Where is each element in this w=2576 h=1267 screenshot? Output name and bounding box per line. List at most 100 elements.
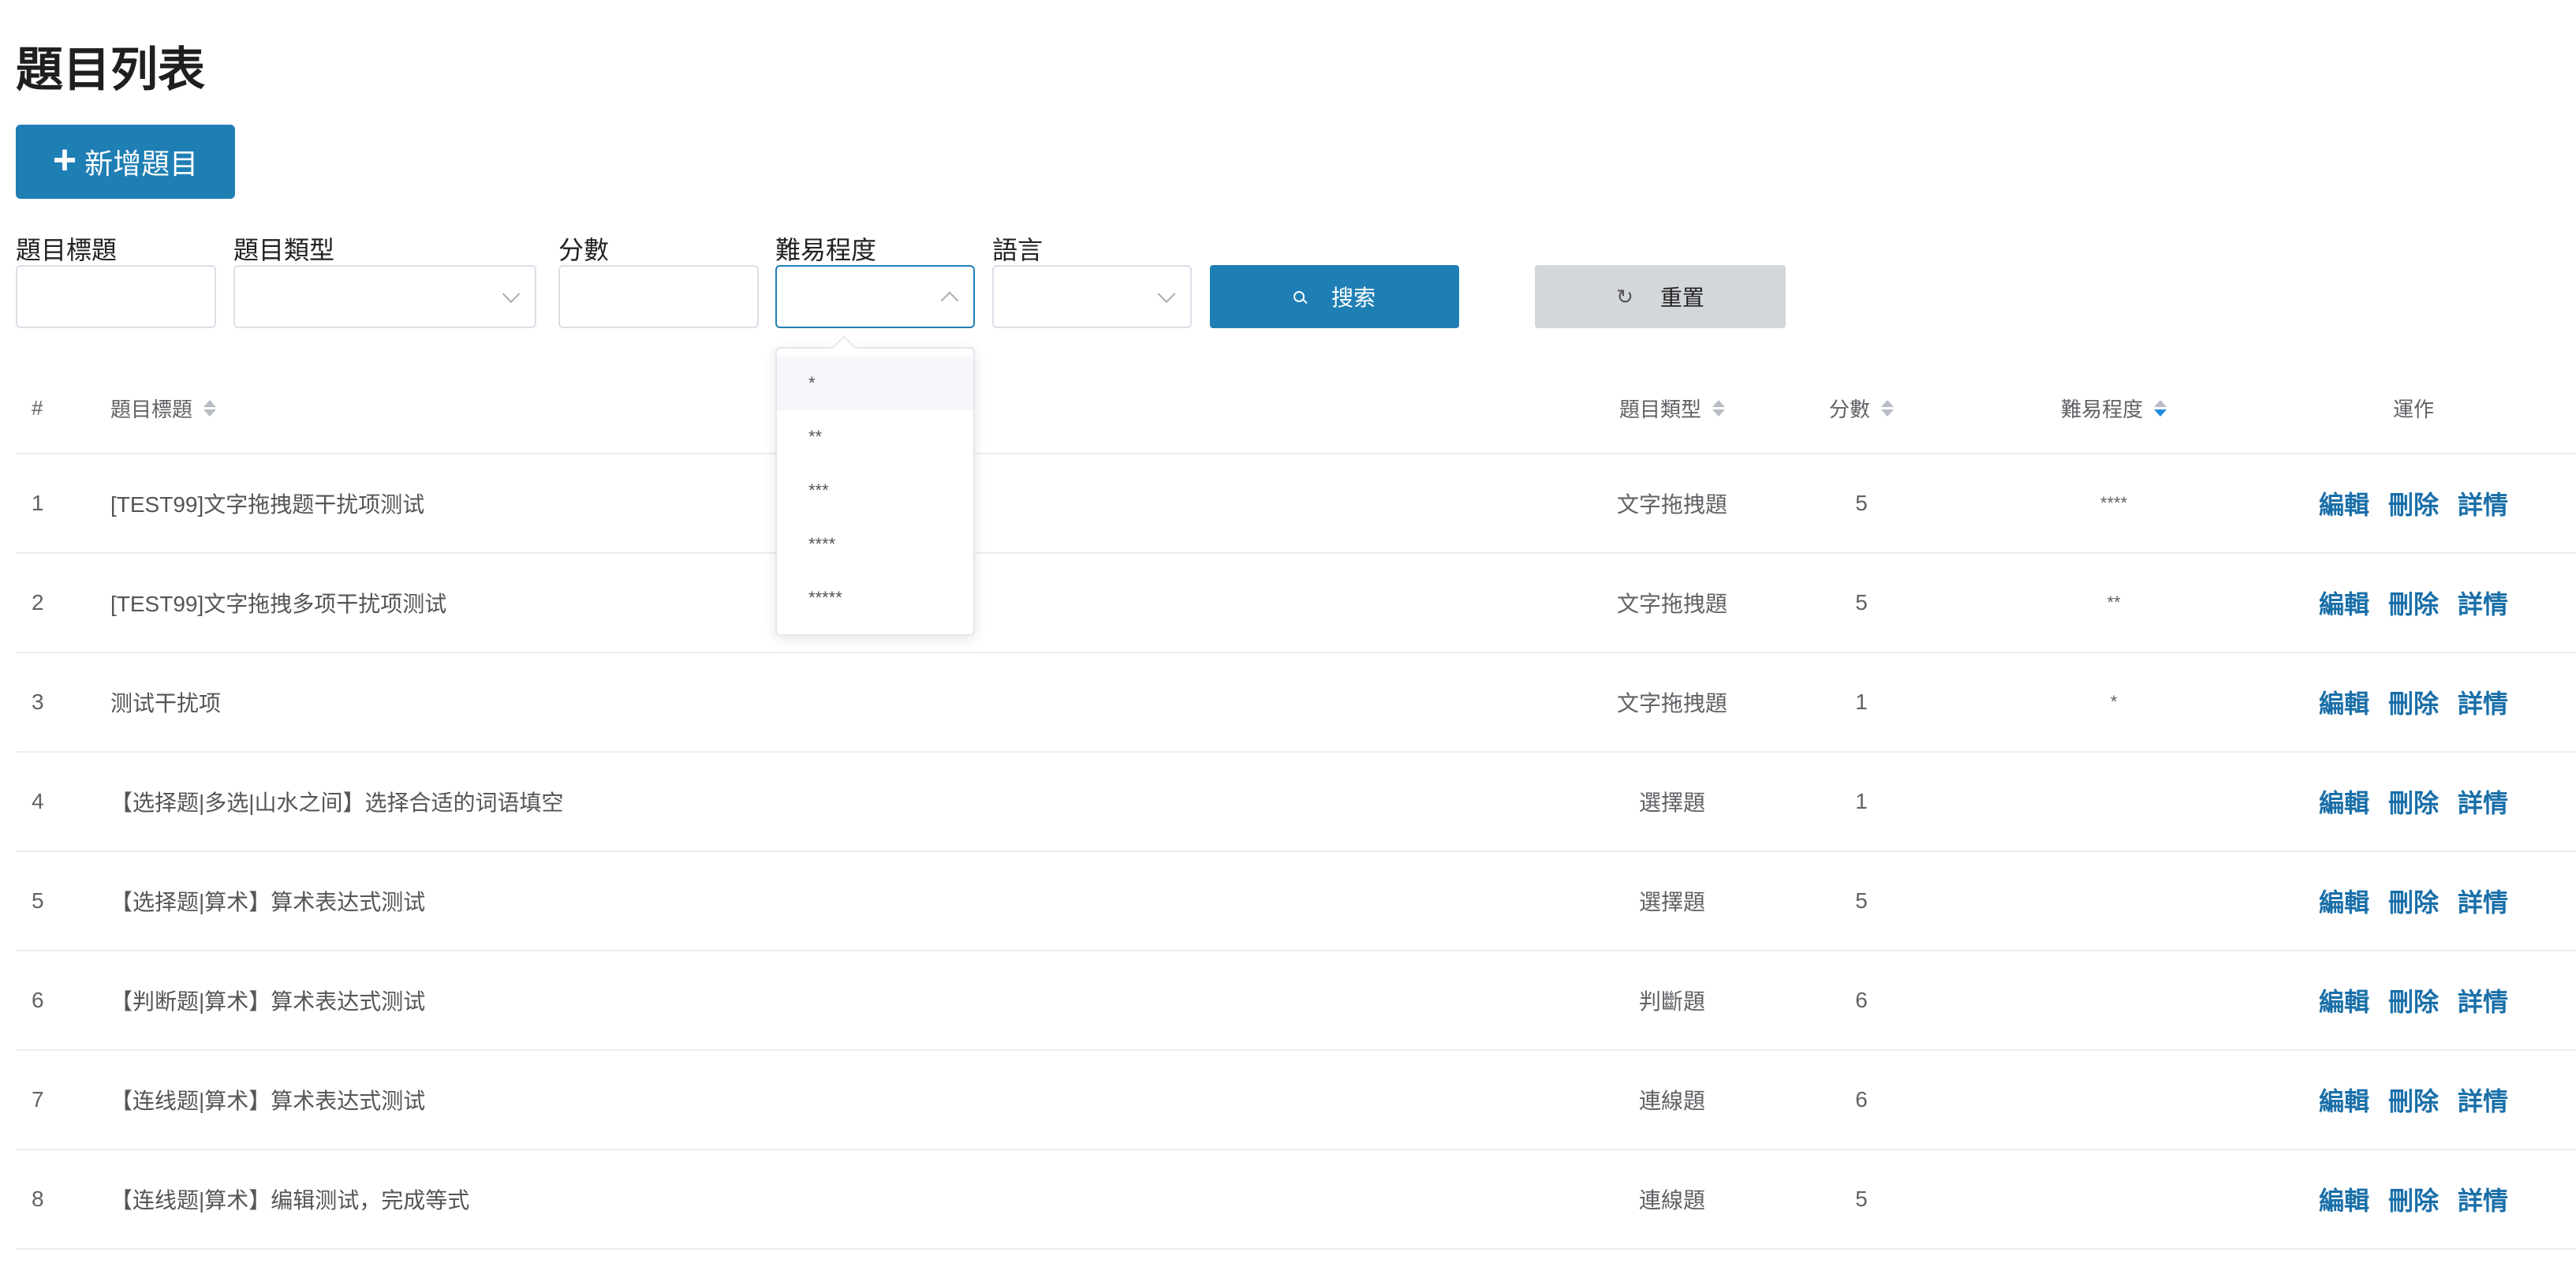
sort-icon[interactable] [1881,399,1894,417]
reset-label: 重置 [1659,286,1704,310]
chevron-up-icon [940,291,959,310]
edit-link[interactable]: 編輯 [2319,1082,2369,1118]
row-score: 5 [1855,590,1868,615]
detail-link[interactable]: 詳情 [2458,982,2508,1018]
row-difficulty: ** [2107,592,2121,612]
edit-link[interactable]: 編輯 [2319,883,2369,919]
row-difficulty: **** [2100,493,2128,513]
filter-title-input[interactable] [16,265,216,328]
chevron-down-icon [1157,285,1176,304]
delete-link[interactable]: 刪除 [2388,684,2439,720]
row-index: 7 [32,1087,44,1112]
filter-score-input[interactable] [558,265,759,328]
edit-link[interactable]: 編輯 [2319,684,2369,720]
edit-link[interactable]: 編輯 [2319,783,2369,820]
filter-score-label: 分數 [558,236,610,264]
row-index: 5 [32,888,44,913]
edit-link[interactable]: 編輯 [2319,585,2369,621]
reset-button[interactable]: ↻ 重置 [1535,265,1786,328]
row-actions: 編輯 刪除 詳情 [2319,1150,2576,1248]
header-actions: 運作 [2392,397,2434,421]
row-title: 【选择题|算术】算术表达式测试 [110,890,426,914]
delete-link[interactable]: 刪除 [2388,982,2439,1018]
search-icon [1293,291,1305,302]
difficulty-option[interactable]: *** [777,464,973,518]
table-row: 3 测试干扰项 文字拖拽題 1 * 編輯 刪除 詳情 [16,653,2576,753]
delete-link[interactable]: 刪除 [2388,783,2439,820]
difficulty-dropdown: * ** *** **** ***** [775,347,975,636]
detail-link[interactable]: 詳情 [2458,883,2508,919]
row-index: 8 [32,1187,44,1211]
filter-difficulty-label: 難易程度 [775,236,877,264]
row-score: 1 [1855,789,1868,813]
delete-link[interactable]: 刪除 [2388,1082,2439,1118]
table-row: 6 【判断题|算术】算术表达式测试 判斷題 6 編輯 刪除 詳情 [16,951,2576,1051]
header-score-label: 分數 [1828,397,1870,421]
table-row: 2 [TEST99]文字拖拽多项干扰项测试 文字拖拽題 5 ** 編輯 刪除 詳情 [16,554,2576,653]
search-button[interactable]: 搜索 [1210,265,1459,328]
row-difficulty [1956,1150,2272,1248]
header-title-label: 題目標題 [110,397,193,421]
chevron-down-icon [502,285,521,304]
page-title: 題目列表 [16,43,205,98]
header-type-label: 題目類型 [1618,397,1701,421]
row-index: 6 [32,988,44,1012]
sort-icon[interactable] [2154,399,2167,417]
difficulty-option[interactable]: ***** [777,571,973,625]
filter-language-label: 語言 [992,236,1043,264]
filter-difficulty-select[interactable] [775,265,975,328]
difficulty-option[interactable]: * [777,357,973,410]
edit-link[interactable]: 編輯 [2319,1181,2369,1217]
questions-table: # 題目標題 題目類型 分數 難易程度 運作 1 [TEST99]文字拖拽题干扰项… [16,363,2576,1250]
edit-link[interactable]: 編輯 [2319,982,2369,1018]
row-actions: 編輯 刪除 詳情 [2319,554,2576,652]
row-score: 5 [1855,1187,1868,1211]
detail-link[interactable]: 詳情 [2458,1082,2508,1118]
difficulty-option[interactable]: ** [777,410,973,464]
detail-link[interactable]: 詳情 [2458,585,2508,621]
header-score[interactable]: 分數 [1751,363,1972,453]
row-title: 【选择题|多选|山水之间】选择合适的词语填空 [110,790,564,815]
delete-link[interactable]: 刪除 [2388,883,2439,919]
table-row: 7 【连线题|算术】算术表达式测试 連線題 6 編輯 刪除 詳情 [16,1051,2576,1150]
delete-link[interactable]: 刪除 [2388,585,2439,621]
row-difficulty [1956,753,2272,850]
table-header: # 題目標題 題目類型 分數 難易程度 運作 [16,363,2576,454]
row-difficulty [1956,1051,2272,1149]
filter-language-select[interactable] [992,265,1192,328]
header-difficulty-label: 難易程度 [2060,397,2143,421]
row-difficulty [1956,852,2272,950]
row-actions: 編輯 刪除 詳情 [2319,1051,2576,1149]
detail-link[interactable]: 詳情 [2458,485,2508,521]
row-actions: 編輯 刪除 詳情 [2319,653,2576,751]
row-score: 5 [1855,491,1868,515]
row-difficulty [1956,951,2272,1049]
delete-link[interactable]: 刪除 [2388,485,2439,521]
edit-link[interactable]: 編輯 [2319,485,2369,521]
delete-link[interactable]: 刪除 [2388,1181,2439,1217]
add-question-label: 新增題目 [84,148,199,180]
filter-type-select[interactable] [233,265,536,328]
row-actions: 編輯 刪除 詳情 [2319,753,2576,850]
detail-link[interactable]: 詳情 [2458,1181,2508,1217]
detail-link[interactable]: 詳情 [2458,783,2508,820]
filter-type-label: 題目類型 [233,236,335,264]
row-index: 3 [32,690,44,714]
row-index: 2 [32,590,44,615]
row-title: 【连线题|算术】算术表达式测试 [110,1089,426,1113]
row-title: 测试干扰项 [110,691,222,716]
header-difficulty[interactable]: 難易程度 [1956,363,2272,453]
detail-link[interactable]: 詳情 [2458,684,2508,720]
sort-icon[interactable] [1712,399,1725,417]
table-row: 5 【选择题|算术】算术表达式测试 選擇題 5 編輯 刪除 詳情 [16,852,2576,951]
header-index: # [32,395,43,420]
table-row: 8 【连线题|算术】编辑测试，完成等式 連線題 5 編輯 刪除 詳情 [16,1150,2576,1250]
row-title: 【判断题|算术】算术表达式测试 [110,989,426,1014]
search-label: 搜索 [1331,286,1376,310]
sort-icon[interactable] [203,399,217,417]
add-question-button[interactable]: + 新增題目 [16,125,235,199]
difficulty-option[interactable]: **** [777,518,973,571]
header-title[interactable]: 題目標題 [110,363,217,453]
refresh-icon: ↻ [1616,284,1633,308]
row-score: 5 [1855,888,1868,913]
